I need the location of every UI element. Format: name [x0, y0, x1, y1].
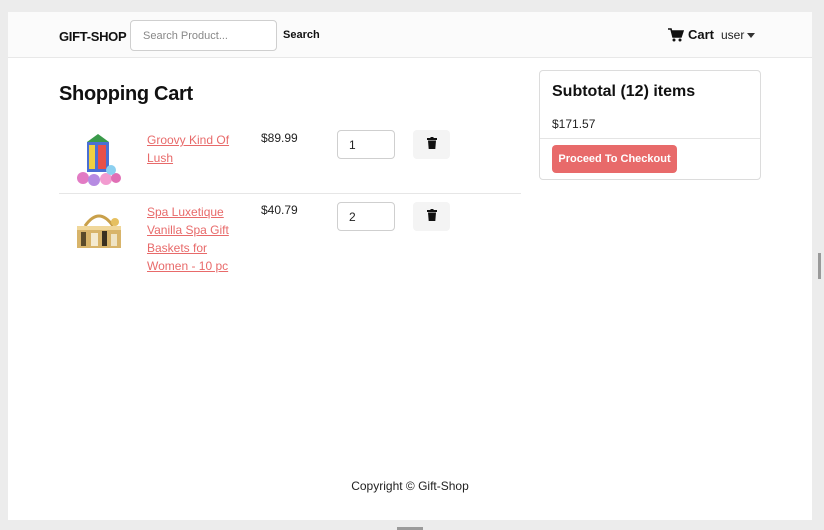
trash-icon [426, 136, 437, 154]
cart-list: Groovy Kind Of Lush $89.99 1 Spa Luxetiq… [59, 122, 521, 283]
subtotal-title: Subtotal (12) items [552, 83, 696, 100]
quantity-select[interactable]: 2 [337, 202, 395, 231]
product-image[interactable] [71, 204, 127, 260]
product-price: $40.79 [261, 203, 298, 217]
product-name-link[interactable]: Spa Luxetique Vanilla Spa Gift Baskets f… [147, 203, 239, 275]
page: GIFT-SHOP Search Cart user Shopping Cart [8, 12, 812, 520]
quantity-select[interactable]: 1 [337, 130, 395, 159]
navbar: GIFT-SHOP Search Cart user [8, 12, 812, 58]
user-label: user [721, 28, 745, 42]
product-name-link[interactable]: Groovy Kind Of Lush [147, 131, 239, 167]
vertical-scrollbar-handle[interactable] [818, 253, 821, 279]
user-dropdown[interactable]: user [721, 28, 756, 42]
cart-icon [668, 27, 685, 42]
product-price: $89.99 [261, 131, 298, 145]
delete-button[interactable] [413, 202, 450, 231]
subtotal-amount: $171.57 [552, 117, 596, 131]
quantity-value: 1 [349, 137, 356, 152]
product-image[interactable] [71, 132, 127, 188]
caret-down-icon [747, 33, 756, 38]
search-button[interactable]: Search [283, 29, 320, 41]
cart-item: Groovy Kind Of Lush $89.99 1 [59, 122, 521, 193]
quantity-value: 2 [349, 209, 356, 224]
cart-link[interactable]: Cart [668, 27, 714, 42]
cart-label: Cart [688, 27, 715, 42]
brand-logo[interactable]: GIFT-SHOP [59, 29, 127, 44]
trash-icon [426, 208, 437, 226]
checkout-button[interactable]: Proceed To Checkout [552, 145, 677, 173]
divider [540, 138, 760, 139]
footer-copyright: Copyright © Gift-Shop [351, 479, 469, 493]
search-input[interactable] [130, 20, 277, 51]
cart-item: Spa Luxetique Vanilla Spa Gift Baskets f… [59, 193, 521, 283]
order-summary: Subtotal (12) items $171.57 Proceed To C… [539, 70, 761, 180]
page-title: Shopping Cart [59, 83, 193, 105]
delete-button[interactable] [413, 130, 450, 159]
